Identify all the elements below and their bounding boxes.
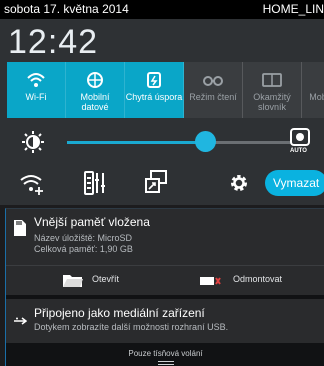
unmount-label: Odmontovat <box>233 274 283 284</box>
brightness-row: AUTO <box>7 124 324 160</box>
reading-mode-icon <box>202 68 224 92</box>
brightness-track[interactable] <box>205 141 291 144</box>
equalizer-button[interactable] <box>83 170 107 201</box>
sd-card-icon <box>13 219 27 242</box>
brightness-slider-thumb[interactable] <box>195 131 216 152</box>
screen-cast-button[interactable] <box>143 169 169 200</box>
unmount-button[interactable]: Odmontovat <box>199 272 309 292</box>
tile-smart-saving[interactable]: Chytrá úspora <box>125 62 184 118</box>
tile-mobile-data[interactable]: Mobilní datové <box>66 62 125 118</box>
clear-button[interactable]: Vymazat <box>265 170 324 196</box>
screen-cast-icon <box>145 170 167 193</box>
smart-saving-icon <box>145 68 163 92</box>
unmount-icon <box>200 277 221 285</box>
usb-text: Dotykem zobrazíte další možnosti rozhran… <box>34 322 229 332</box>
shade-handle[interactable] <box>158 361 174 362</box>
tile-reading-mode[interactable]: Režim čtení <box>184 62 243 118</box>
wifi-icon <box>25 68 47 92</box>
clock: 12:42 <box>8 23 99 61</box>
tools-row: Vymazat <box>7 165 324 201</box>
sd-card-actions: Otevřít Odmontovat <box>6 265 324 296</box>
usb-notification[interactable]: Připojeno jako mediální zařízení Dotykem… <box>6 299 324 343</box>
sd-card-total-memory: Celková paměť: 1,90 GB <box>34 244 133 254</box>
brightness-icon <box>21 130 45 159</box>
wifi-settings-button[interactable] <box>19 170 45 201</box>
open-button[interactable]: Otevřít <box>62 272 162 292</box>
tile-wifi-label: Wi-Fi <box>25 92 47 102</box>
notification-list: Vnější paměť vložena Název úložiště: Mic… <box>5 208 324 366</box>
status-bar: sobota 17. května 2014 HOME_LIN <box>0 0 324 19</box>
settings-button[interactable] <box>228 172 250 199</box>
sd-card-title: Vnější paměť vložena <box>34 215 150 229</box>
open-label: Otevřít <box>92 274 120 284</box>
tile-mobile-hotspot[interactable]: Mob aktivn <box>302 62 324 118</box>
mobile-hotspot-icon <box>320 68 324 92</box>
auto-brightness-button[interactable]: AUTO <box>289 128 313 156</box>
tile-smart-saving-label: Chytrá úspora <box>125 92 183 102</box>
gear-icon <box>231 175 247 191</box>
quick-settings-row: Wi-Fi Mobilní datové Chytrá úspora Režim… <box>7 62 324 118</box>
equalizer-icon <box>84 171 105 195</box>
brightness-track-filled[interactable] <box>67 141 205 144</box>
status-date: sobota 17. května 2014 <box>4 2 129 16</box>
tile-reading-mode-label: Režim čtení <box>189 92 237 102</box>
instant-dictionary-icon <box>261 68 283 92</box>
tile-instant-dictionary[interactable]: Okamžitý slovník <box>243 62 302 118</box>
sd-card-notification[interactable]: Vnější paměť vložena Název úložiště: Mic… <box>6 209 324 295</box>
network-name: HOME_LIN <box>262 2 324 16</box>
auto-brightness-label: AUTO <box>290 148 307 154</box>
wifi-settings-icon <box>20 175 43 195</box>
tile-mobile-hotspot-label: Mob aktivn <box>309 92 324 102</box>
usb-title: Připojeno jako mediální zařízení <box>34 306 205 320</box>
mobile-data-icon <box>85 68 105 92</box>
emergency-calls-text: Pouze tísňová volání <box>128 349 203 358</box>
sd-card-storage-name: Název úložiště: MicroSD <box>34 233 133 243</box>
folder-icon <box>63 275 83 287</box>
usb-icon <box>13 313 28 331</box>
auto-brightness-icon <box>290 128 310 146</box>
tile-wifi[interactable]: Wi-Fi <box>7 62 66 118</box>
tile-instant-dictionary-label: Okamžitý slovník <box>253 92 291 112</box>
tile-mobile-data-label: Mobilní datové <box>80 92 110 112</box>
